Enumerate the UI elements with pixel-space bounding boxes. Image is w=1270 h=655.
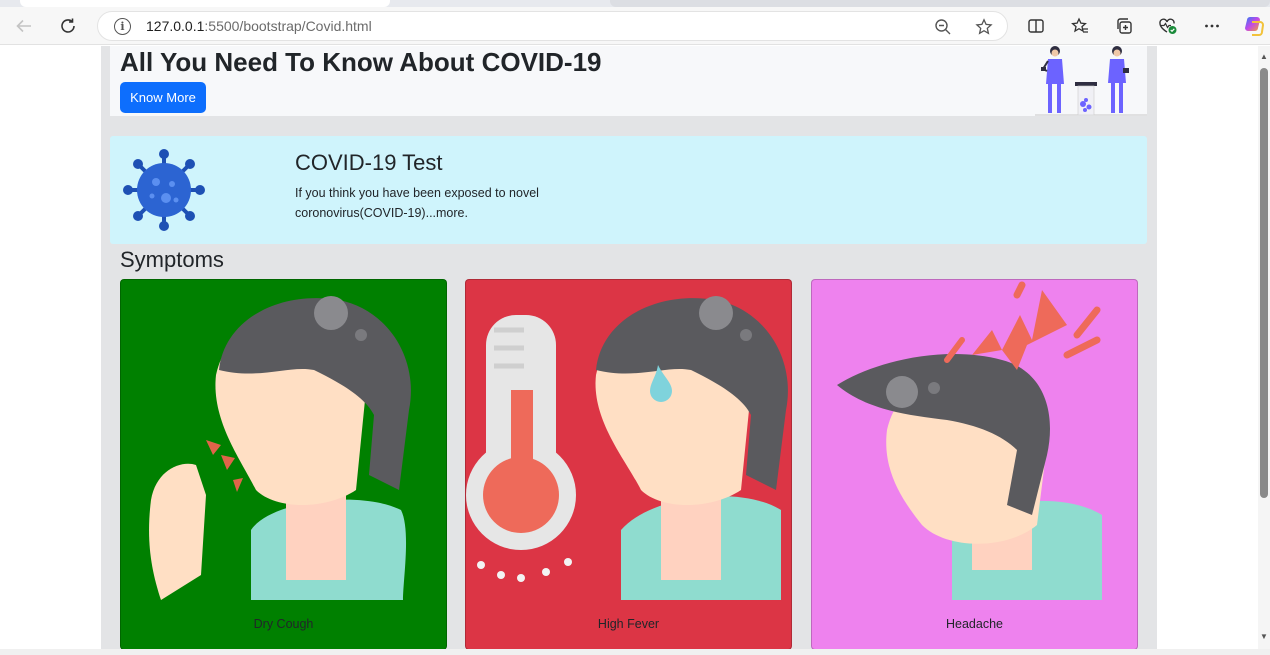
scroll-down-arrow-icon[interactable]: ▼	[1258, 631, 1270, 643]
url-text[interactable]: 127.0.0.1:5500/bootstrap/Covid.html	[146, 18, 372, 34]
page-viewport: All You Need To Know About COVID-19 Know…	[0, 46, 1258, 649]
more-icon[interactable]	[1198, 12, 1226, 40]
know-more-button[interactable]: Know More	[120, 82, 206, 113]
symptom-label: High Fever	[597, 617, 660, 631]
info-icon[interactable]: i	[114, 18, 131, 35]
split-screen-icon[interactable]	[1022, 12, 1050, 40]
reload-icon[interactable]	[54, 12, 82, 40]
dry-cough-illustration	[149, 296, 411, 600]
symptom-label: Headache	[946, 617, 1003, 631]
hero-banner: All You Need To Know About COVID-19 Know…	[110, 46, 1147, 116]
symptom-card-headache[interactable]: Headache	[811, 279, 1138, 649]
favorites-icon[interactable]	[1066, 12, 1094, 40]
symptom-card-high-fever[interactable]: High Fever	[465, 279, 792, 649]
test-card-text[interactable]: If you think you have been exposed to no…	[295, 183, 585, 223]
collections-icon[interactable]	[1110, 12, 1138, 40]
tab[interactable]	[20, 0, 390, 7]
back-arrow-icon[interactable]	[10, 12, 38, 40]
test-card-title: COVID-19 Test	[295, 150, 443, 175]
zoom-out-icon[interactable]	[932, 16, 954, 38]
page-scrollbar[interactable]: ▲ ▼	[1258, 46, 1270, 649]
copilot-icon[interactable]	[1240, 12, 1268, 40]
tab-strip	[0, 0, 1270, 7]
headache-illustration	[837, 281, 1102, 600]
scrollbar-thumb[interactable]	[1260, 68, 1268, 498]
address-bar[interactable]: i 127.0.0.1:5500/bootstrap/Covid.html	[97, 11, 1008, 41]
browser-toolbar: i 127.0.0.1:5500/bootstrap/Covid.html	[0, 7, 1270, 45]
scroll-up-arrow-icon[interactable]: ▲	[1258, 51, 1270, 63]
url-host: 127.0.0.1	[146, 18, 205, 34]
covid-test-card: COVID-19 Test If you think you have been…	[110, 136, 1147, 244]
url-path: :5500/bootstrap/Covid.html	[204, 18, 372, 34]
symptom-card-dry-cough[interactable]: Dry Cough	[120, 279, 447, 649]
hero-title: All You Need To Know About COVID-19	[120, 47, 602, 77]
doctors-illustration	[1035, 46, 1147, 116]
virus-icon	[123, 149, 205, 231]
page-container: All You Need To Know About COVID-19 Know…	[101, 46, 1157, 649]
star-icon[interactable]	[973, 16, 995, 38]
symptom-label: Dry Cough	[253, 617, 314, 631]
high-fever-illustration	[466, 296, 788, 600]
tab[interactable]	[610, 0, 1270, 7]
window-bottom-edge	[0, 649, 1270, 655]
health-icon[interactable]	[1154, 12, 1182, 40]
symptoms-heading: Symptoms	[120, 247, 224, 272]
